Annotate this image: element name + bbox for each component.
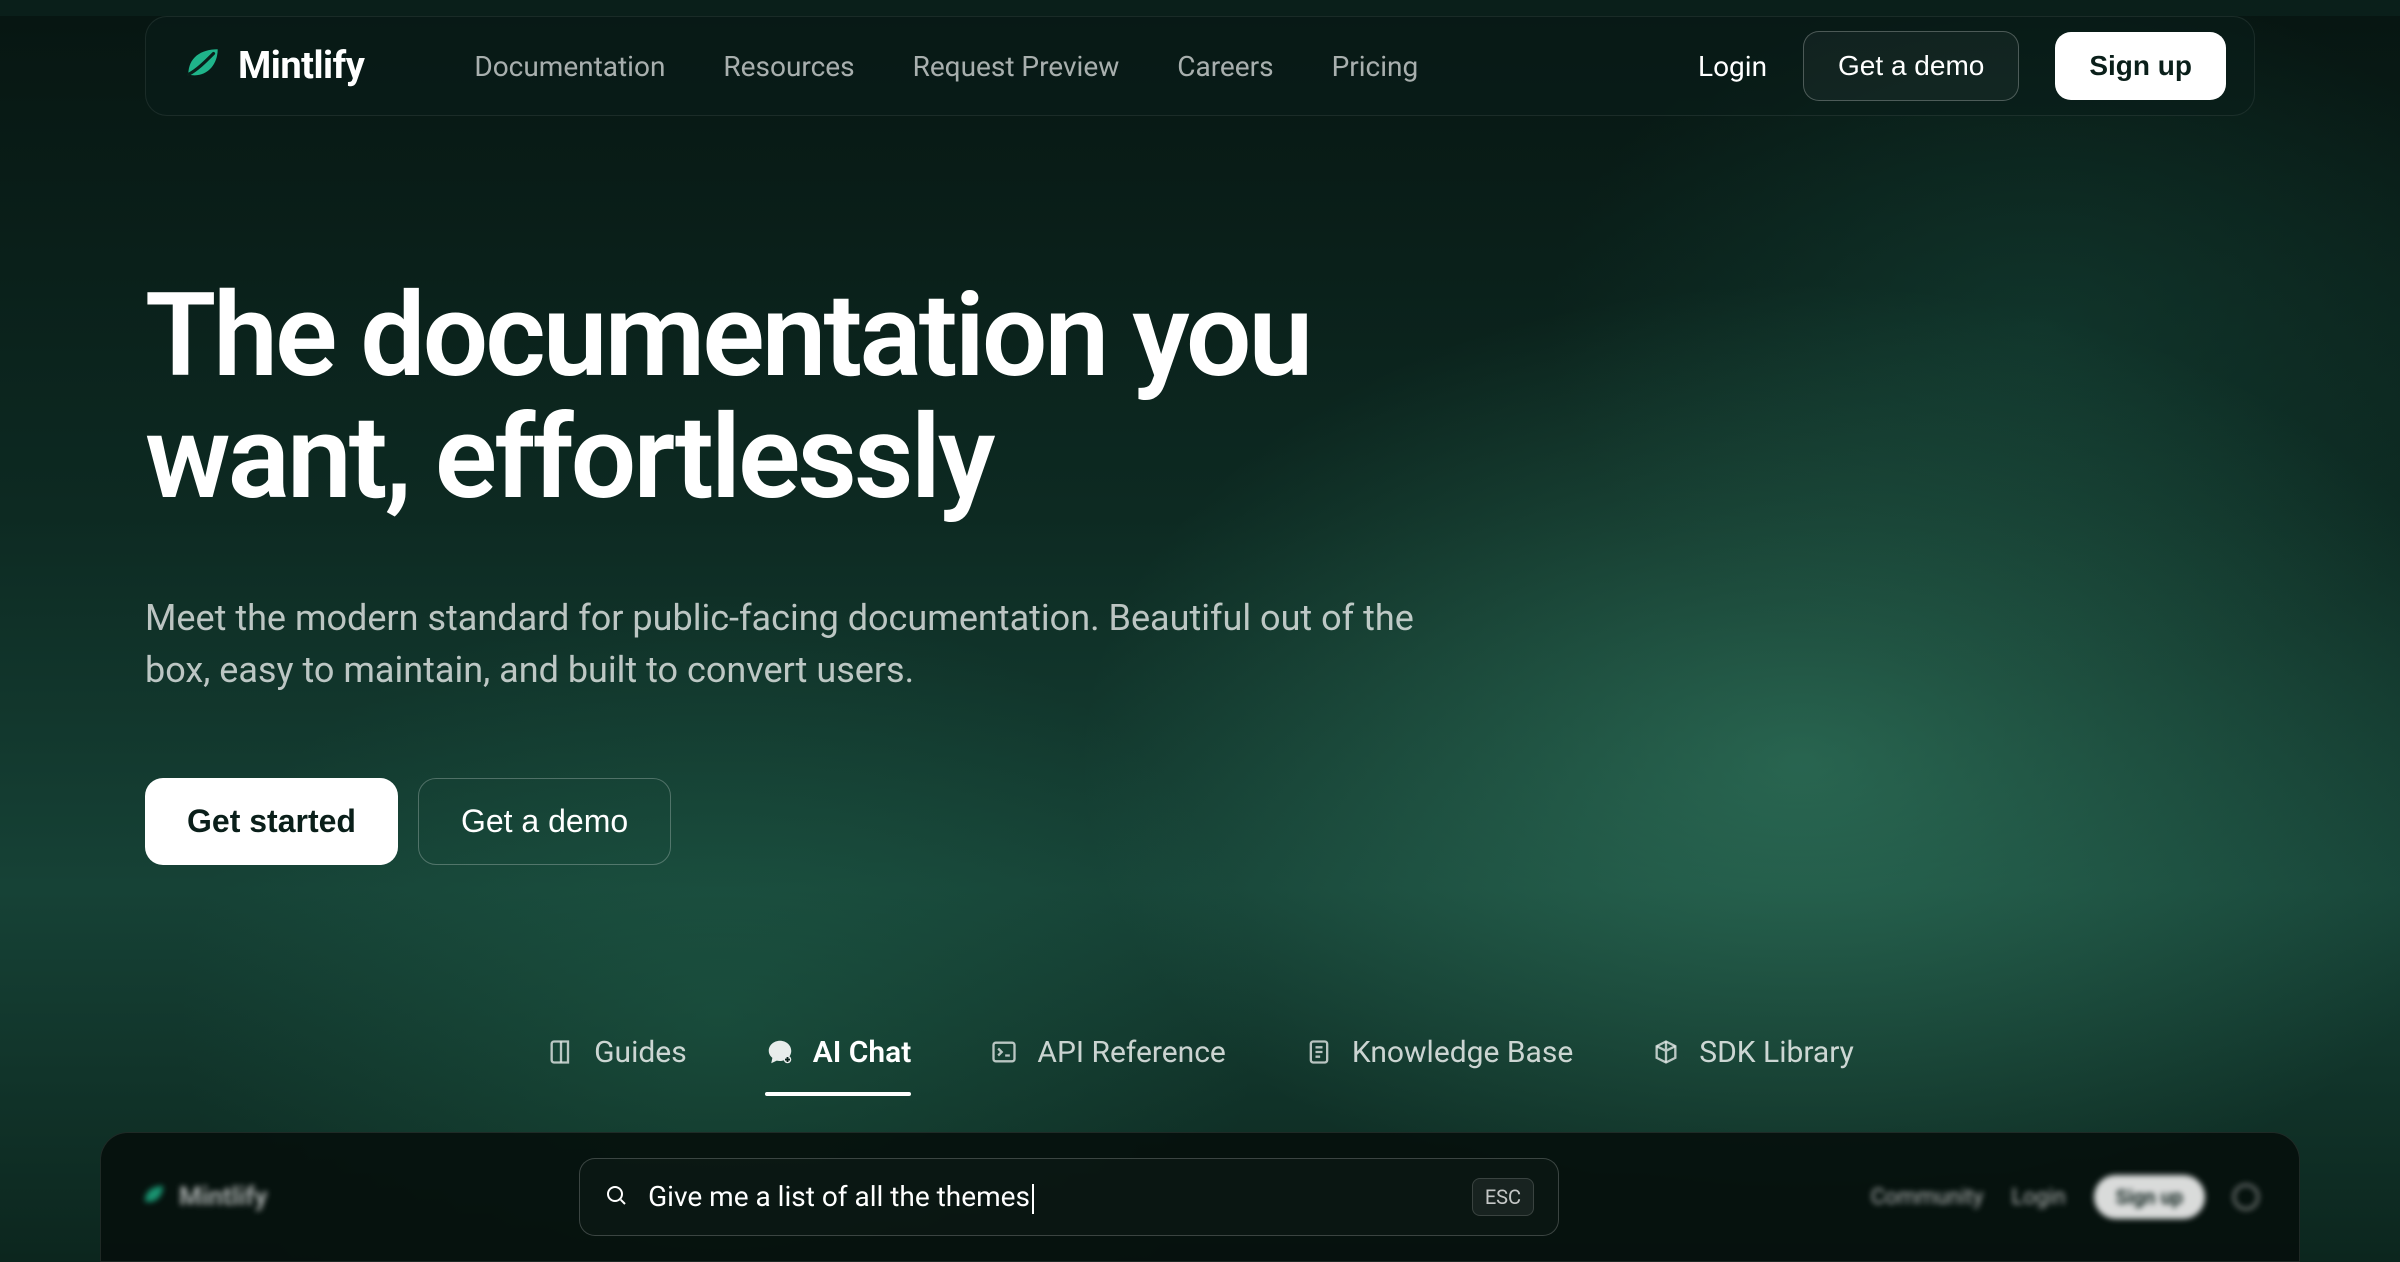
leaf-icon: [182, 43, 224, 89]
get-started-button[interactable]: Get started: [145, 778, 398, 865]
tab-label: Guides: [594, 1035, 687, 1070]
nav-right: Login Get a demo Sign up: [1698, 31, 2226, 101]
terminal-icon: [989, 1037, 1019, 1067]
nav-link-careers[interactable]: Careers: [1177, 50, 1273, 83]
nav-links: Documentation Resources Request Preview …: [474, 50, 1418, 83]
hero-cta: Get started Get a demo: [145, 778, 2255, 865]
document-icon: [1304, 1037, 1334, 1067]
tab-sdk-library[interactable]: SDK Library: [1651, 1035, 1854, 1096]
brand-name: Mintlify: [238, 44, 364, 88]
demo-tabs: Guides AI Chat API Reference Knowledge B…: [145, 1035, 2255, 1096]
package-icon: [1651, 1037, 1681, 1067]
chat-icon: [765, 1037, 795, 1067]
tab-label: SDK Library: [1699, 1035, 1854, 1070]
main-navbar: Mintlify Documentation Resources Request…: [145, 16, 2255, 116]
hero-subtitle: Meet the modern standard for public-faci…: [145, 592, 1425, 696]
tab-guides[interactable]: Guides: [546, 1035, 687, 1096]
tab-knowledge-base[interactable]: Knowledge Base: [1304, 1035, 1573, 1096]
get-demo-button[interactable]: Get a demo: [1803, 31, 2019, 101]
tab-ai-chat[interactable]: AI Chat: [765, 1035, 912, 1096]
nav-link-documentation[interactable]: Documentation: [474, 50, 665, 83]
book-icon: [546, 1037, 576, 1067]
brand-logo[interactable]: Mintlify: [182, 43, 364, 89]
tab-api-reference[interactable]: API Reference: [989, 1035, 1225, 1096]
hero-demo-button[interactable]: Get a demo: [418, 778, 671, 865]
login-link[interactable]: Login: [1698, 50, 1767, 83]
nav-link-pricing[interactable]: Pricing: [1332, 50, 1419, 83]
tab-label: AI Chat: [813, 1035, 912, 1070]
signup-button[interactable]: Sign up: [2055, 32, 2226, 100]
tab-label: API Reference: [1037, 1035, 1225, 1070]
hero-title: The documentation you want, effortlessly: [145, 276, 1445, 520]
hero-section: The documentation you want, effortlessly…: [145, 276, 2255, 865]
nav-link-request-preview[interactable]: Request Preview: [913, 50, 1120, 83]
tab-label: Knowledge Base: [1352, 1035, 1573, 1070]
nav-link-resources[interactable]: Resources: [723, 50, 854, 83]
